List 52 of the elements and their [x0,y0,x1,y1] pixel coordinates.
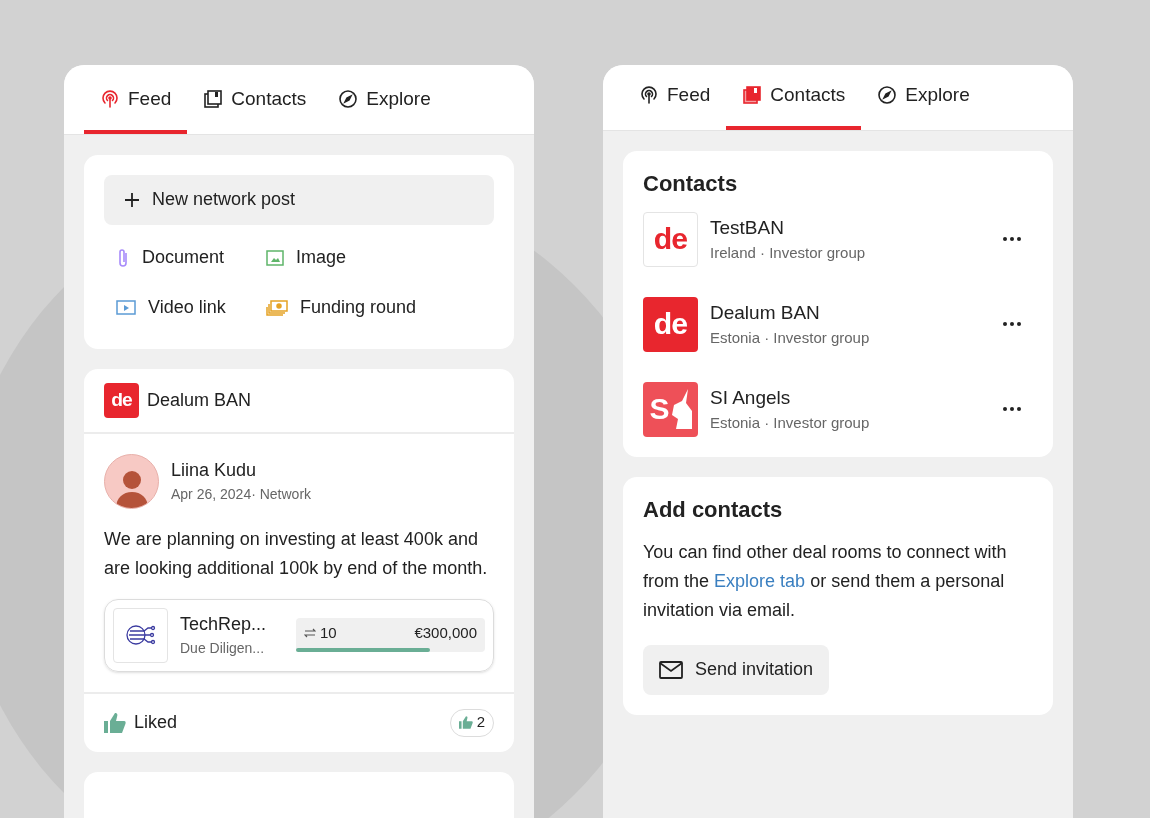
banknote-icon [266,299,288,316]
nav-tab[interactable]: Explore [322,65,447,134]
attach-option[interactable]: Document [104,232,254,283]
paperclip-icon [116,247,130,268]
thumbs-up-icon [458,716,473,729]
thumbs-up-icon [104,712,126,733]
attach-option[interactable]: Funding round [254,282,494,333]
contact-name[interactable]: Dealum BAN [710,298,979,327]
compass-icon [338,89,359,110]
nav-tab[interactable]: Feed [84,65,188,134]
add-contacts-text: You can find other deal rooms to connect with from the Explore tab or send them a personal invitation via email. [643,540,1008,622]
investor-count: 10 [320,622,337,643]
contact-meta: Ireland · Investor group [710,243,867,263]
image-icon [266,249,284,266]
post-meta: Apr 26, 2024· Network [171,485,312,504]
contact-logo: de [643,296,698,352]
deal-stage: Due Diligen... [180,639,266,658]
broadcast-icon [100,89,120,110]
broadcast-icon [639,85,659,106]
contact-logo: S [643,381,698,437]
plus-icon [124,191,140,208]
post-text: We are planning on investing at least 400k and are looking additional 100k by end of the month. [104,527,489,580]
like-button[interactable]: Liked [104,709,178,736]
section-title: Contacts [643,169,739,198]
group-name: Dealum BAN [147,388,252,412]
book-icon [742,85,763,106]
contact-name[interactable]: SI Angels [710,383,979,412]
nav-tab[interactable]: Contacts [187,65,323,134]
swap-icon [304,628,316,638]
section-title: Add contacts [643,495,784,524]
compass-icon [877,85,898,106]
envelope-icon [659,660,683,679]
author-name: Liina Kudu [171,459,258,482]
contact-meta: Estonia · Investor group [710,413,871,433]
explore-link[interactable]: Explore tab [714,570,806,591]
deal-amount: €300,000 [414,622,477,643]
new-post-button[interactable]: New network post [104,174,494,225]
contact-meta: Estonia · Investor group [710,328,871,348]
contact-name[interactable]: TestBAN [710,213,979,242]
attach-option[interactable]: Video link [104,282,254,333]
nav-tab[interactable]: Contacts [726,65,862,130]
company-name: TechRep... [180,613,268,636]
send-invitation-button[interactable]: Send invitation [643,644,830,695]
attach-option[interactable]: Image [254,232,494,283]
nav-tab[interactable]: Feed [623,65,727,130]
nav-tab[interactable]: Explore [861,65,986,130]
group-logo: de [104,382,139,418]
circuit-icon [125,623,156,647]
contact-logo: de [643,211,698,267]
video-icon [116,299,136,316]
book-icon [203,89,224,110]
deal-card[interactable]: TechRep... Due Diligen... 10 €300,000 [104,598,494,672]
